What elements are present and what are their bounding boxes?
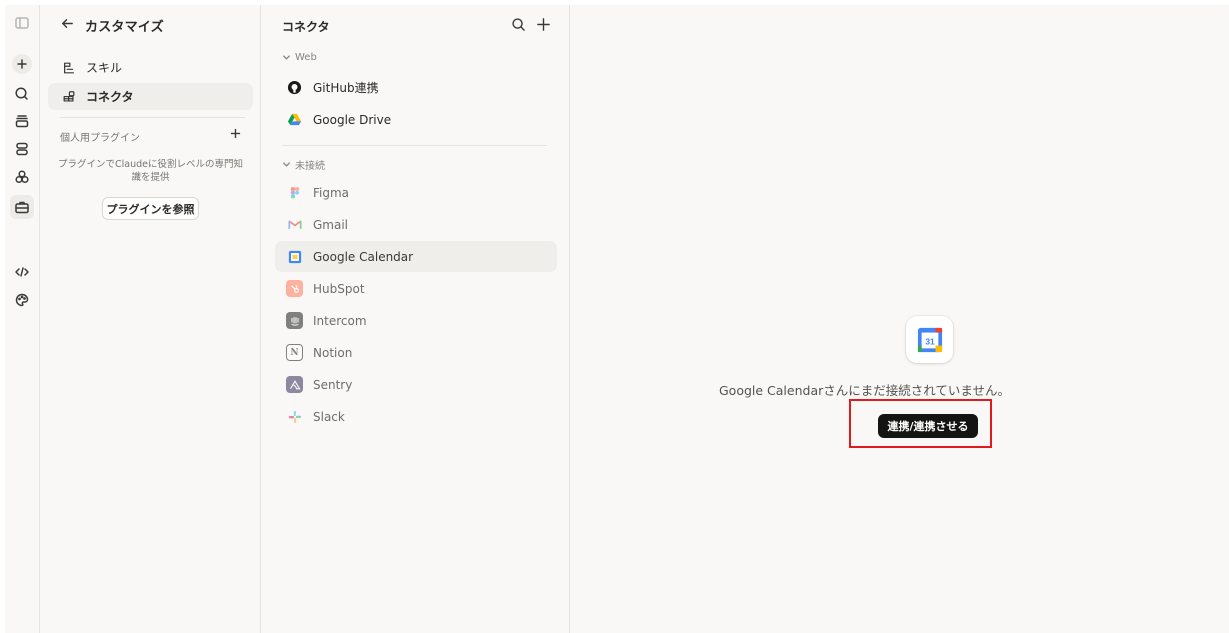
connector-name: Google Calendar [313,249,414,264]
connector-item-notion[interactable]: N Notion [275,337,557,368]
browse-plugins-button[interactable]: プラグインを参照 [102,197,199,220]
connectors-title: コネクタ [282,20,330,34]
connector-name: GitHub連携 [313,81,379,95]
plus-icon [230,128,240,138]
section-web[interactable]: Web [282,52,317,63]
nav-item-skills[interactable]: スキル [48,54,253,81]
section-label: Web [295,52,317,63]
notion-icon: N [286,344,303,361]
google-drive-icon [286,111,303,128]
sentry-icon [286,376,303,393]
connector-name: HubSpot [313,281,365,296]
calendar-day-number: 31 [925,336,935,346]
not-connected-message: Google Calendarさんにまだ接続されていません。 [718,383,1010,398]
page-title: カスタマイズ [85,20,164,35]
connectors-icon [63,90,75,102]
palette-icon[interactable] [10,288,34,312]
add-plugin-button[interactable] [227,125,243,141]
chevron-down-icon [282,162,291,167]
divider [282,145,547,146]
gmail-icon [286,216,303,233]
sidebar-toggle-icon[interactable] [10,11,34,35]
slack-icon [286,408,303,425]
divider [60,117,245,118]
google-calendar-icon [286,248,303,265]
connector-item-gmail[interactable]: Gmail [275,209,557,240]
connector-item-google-calendar[interactable]: Google Calendar [275,241,557,272]
connector-name: Gmail [313,217,349,232]
app-window: カスタマイズ スキル コネクタ 個人用プラグイン プラグインでClaudeに役割… [5,5,1229,633]
customize-panel: カスタマイズ スキル コネクタ 個人用プラグイン プラグインでClaudeに役割… [40,5,261,633]
connector-name: Intercom [313,313,367,328]
agents-icon[interactable] [10,165,34,189]
skills-icon [64,62,74,73]
connector-name: Figma [313,185,350,200]
plugins-description: プラグインでClaudeに役割レベルの専門知識を提供 [58,159,243,183]
section-label: 未接続 [295,161,325,172]
google-calendar-logo: 31 [906,316,953,363]
connector-item-github[interactable]: GitHub連携 [275,72,557,103]
chats-icon[interactable] [10,82,34,106]
search-icon[interactable] [509,15,527,33]
connector-name: Slack [313,409,345,424]
figma-icon [286,184,303,201]
connector-name: Sentry [313,377,353,392]
customize-header: カスタマイズ [60,16,164,35]
chevron-down-icon [282,55,291,60]
connector-item-slack[interactable]: Slack [275,401,557,432]
connector-item-google-drive[interactable]: Google Drive [275,104,557,135]
google-calendar-icon: 31 [917,327,942,352]
plugins-heading: 個人用プラグイン [60,133,140,144]
nav-item-connectors[interactable]: コネクタ [48,83,253,110]
connect-button[interactable]: 連携/連携させる [878,414,978,438]
hubspot-icon [286,280,303,297]
arrow-left-icon[interactable] [60,16,75,35]
intercom-icon [286,312,303,329]
connector-detail-panel: 31 [570,5,1229,633]
artifacts-icon[interactable] [10,137,34,161]
nav-item-label: コネクタ [86,90,134,104]
connectors-panel: コネクタ Web GitHub連携 Google Drive 未接続 Figma… [261,5,570,633]
connector-item-intercom[interactable]: Intercom [275,305,557,336]
connector-item-figma[interactable]: Figma [275,177,557,208]
nav-item-label: スキル [86,61,123,75]
customize-icon[interactable] [10,195,34,219]
section-not-connected[interactable]: 未接続 [282,157,325,172]
connector-item-hubspot[interactable]: HubSpot [275,273,557,304]
icon-rail [5,5,40,633]
code-icon[interactable] [10,260,34,284]
github-icon [286,79,303,96]
connector-name: Google Drive [313,112,392,127]
new-chat-icon[interactable] [12,54,32,74]
projects-icon[interactable] [10,109,34,133]
connector-name: Notion [313,345,353,360]
add-connector-icon[interactable] [534,15,552,33]
